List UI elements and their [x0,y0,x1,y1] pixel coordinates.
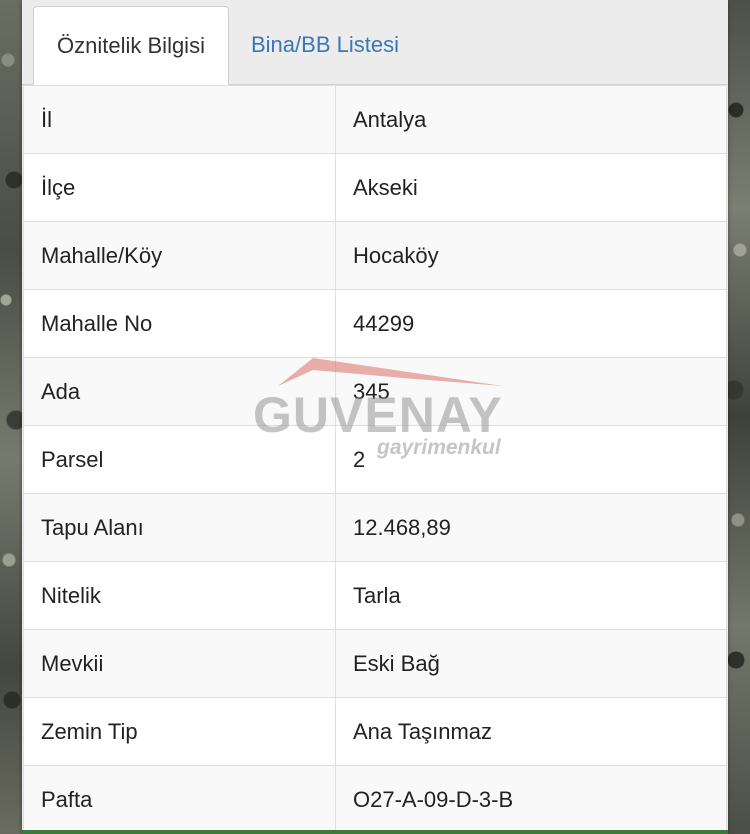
info-panel: Öznitelik Bilgisi Bina/BB Listesi İl Ant… [22,0,728,834]
row-label: Ada [23,357,336,426]
map-background-right [726,0,750,834]
tab-bina-bb-listesi[interactable]: Bina/BB Listesi [251,6,399,83]
row-value: Tarla [335,561,727,630]
row-value: Akseki [335,153,727,222]
row-label: Parsel [23,425,336,494]
row-value: Hocaköy [335,221,727,290]
row-value: Eski Bağ [335,629,727,698]
row-value: Ana Taşınmaz [335,697,727,766]
table-row: Zemin Tip Ana Taşınmaz [23,697,727,766]
table-row: İl Antalya [23,85,727,154]
row-value: Antalya [335,85,727,154]
row-value: 12.468,89 [335,493,727,562]
table-row: İlçe Akseki [23,153,727,222]
row-label: Zemin Tip [23,697,336,766]
table-row: Ada 345 [23,357,727,426]
row-label: İl [23,85,336,154]
table-row: Mevkii Eski Bağ [23,629,727,698]
table-row: Parsel 2 [23,425,727,494]
row-value: O27-A-09-D-3-B [335,765,727,834]
table-row: Tapu Alanı 12.468,89 [23,493,727,562]
table-row: Pafta O27-A-09-D-3-B [23,765,727,834]
row-value: 2 [335,425,727,494]
tab-oznitelik-bilgisi[interactable]: Öznitelik Bilgisi [33,6,229,85]
table-row: Mahalle No 44299 [23,289,727,358]
tab-bar: Öznitelik Bilgisi Bina/BB Listesi [22,0,728,85]
table-row: Nitelik Tarla [23,561,727,630]
row-label: Nitelik [23,561,336,630]
row-label: Mahalle No [23,289,336,358]
row-label: Pafta [23,765,336,834]
row-label: Tapu Alanı [23,493,336,562]
row-label: İlçe [23,153,336,222]
map-background-left [0,0,24,834]
table-row: Mahalle/Köy Hocaköy [23,221,727,290]
row-label: Mevkii [23,629,336,698]
row-value: 44299 [335,289,727,358]
row-value: 345 [335,357,727,426]
row-label: Mahalle/Köy [23,221,336,290]
attribute-table: İl Antalya İlçe Akseki Mahalle/Köy Hocak… [23,85,727,834]
bottom-edge [22,830,728,834]
